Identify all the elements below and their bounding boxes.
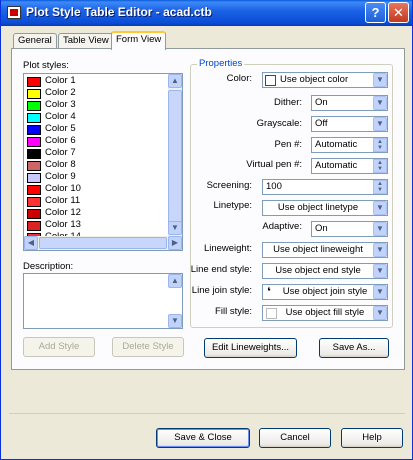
chevron-down-icon[interactable]: ▼ bbox=[373, 285, 387, 299]
chevron-down-icon[interactable]: ▼ bbox=[373, 201, 387, 215]
dither-label: Dither: bbox=[274, 97, 302, 108]
grayscale-select[interactable]: Off ▼ bbox=[311, 116, 388, 132]
hscroll-thumb[interactable] bbox=[39, 237, 167, 249]
chevron-down-icon[interactable]: ▼ bbox=[373, 306, 387, 320]
add-style-button[interactable]: Add Style bbox=[23, 337, 95, 357]
desc-scroll-up-icon[interactable]: ▲ bbox=[168, 274, 182, 288]
scroll-right-icon[interactable]: ▶ bbox=[168, 236, 182, 250]
desc-scroll-down-icon[interactable]: ▼ bbox=[168, 314, 182, 328]
plot-style-name: Color 3 bbox=[45, 99, 76, 110]
help-title-button[interactable]: ? bbox=[365, 2, 386, 23]
line-join-style-select[interactable]: ❛ Use object join style ▼ bbox=[262, 284, 388, 300]
color-swatch bbox=[27, 77, 41, 87]
fill-style-select[interactable]: Use object fill style ▼ bbox=[262, 305, 388, 321]
cancel-button[interactable]: Cancel bbox=[259, 428, 331, 448]
divider bbox=[9, 413, 405, 414]
chevron-down-icon[interactable]: ▼ bbox=[373, 222, 387, 236]
description-textarea[interactable]: ▲ ▼ bbox=[23, 273, 183, 329]
tab-form-view[interactable]: Form View bbox=[111, 31, 167, 50]
chevron-down-icon[interactable]: ▼ bbox=[373, 243, 387, 257]
plot-style-name: Color 2 bbox=[45, 87, 76, 98]
plot-style-name: Color 5 bbox=[45, 123, 76, 134]
color-swatch bbox=[27, 161, 41, 171]
scroll-left-icon[interactable]: ◀ bbox=[24, 236, 38, 250]
window-title: Plot Style Table Editor - acad.ctb bbox=[26, 5, 212, 19]
linetype-label: Linetype: bbox=[213, 200, 252, 211]
screening-label: Screening: bbox=[206, 180, 252, 191]
color-swatch bbox=[27, 101, 41, 111]
help-button[interactable]: Help bbox=[341, 428, 403, 448]
scroll-thumb[interactable] bbox=[168, 90, 182, 230]
color-swatch bbox=[27, 221, 41, 231]
adaptive-select[interactable]: On ▼ bbox=[311, 221, 388, 237]
plot-style-name: Color 9 bbox=[45, 171, 76, 182]
chevron-down-icon[interactable]: ▼ bbox=[373, 73, 387, 87]
color-swatch bbox=[27, 125, 41, 135]
adaptive-label: Adaptive: bbox=[262, 221, 302, 232]
color-label: Color: bbox=[226, 73, 252, 84]
chevron-down-icon[interactable]: ▼ bbox=[373, 264, 387, 278]
color-swatch bbox=[27, 89, 41, 99]
join-style-icon: ❛ bbox=[267, 286, 271, 298]
color-combo[interactable]: Use object color ▼ bbox=[262, 72, 388, 88]
plot-style-name: Color 4 bbox=[45, 111, 76, 122]
dither-select[interactable]: On ▼ bbox=[311, 95, 388, 111]
virtual-pen-label: Virtual pen #: bbox=[246, 159, 302, 170]
chevron-down-icon[interactable]: ▼ bbox=[373, 96, 387, 110]
spinner-arrows-icon[interactable]: ▲ ▼ bbox=[373, 180, 387, 194]
plot-style-name: Color 1 bbox=[45, 75, 76, 86]
color-swatch bbox=[27, 173, 41, 183]
screening-spinner[interactable]: 100 ▲ ▼ bbox=[262, 179, 388, 195]
lineweight-label: Lineweight: bbox=[203, 243, 252, 254]
color-swatch bbox=[27, 149, 41, 159]
scroll-up-icon[interactable]: ▲ bbox=[168, 74, 182, 88]
color-swatch bbox=[27, 113, 41, 123]
styles-vertical-scrollbar[interactable]: ▲ ▼ bbox=[168, 74, 182, 236]
line-join-style-label: Line join style: bbox=[191, 285, 252, 296]
app-icon bbox=[7, 6, 21, 19]
styles-horizontal-scrollbar[interactable]: ◀ ▶ bbox=[24, 236, 182, 250]
plot-style-name: Color 11 bbox=[45, 195, 81, 206]
spinner-arrows-icon[interactable]: ▲ ▼ bbox=[373, 159, 387, 173]
chevron-down-icon[interactable]: ▼ bbox=[373, 117, 387, 131]
line-end-style-select[interactable]: Use object end style ▼ bbox=[262, 263, 388, 279]
plot-style-name: Color 12 bbox=[45, 207, 81, 218]
close-icon[interactable]: ✕ bbox=[388, 2, 409, 23]
tab-general[interactable]: General bbox=[13, 33, 57, 49]
color-swatch bbox=[27, 137, 41, 147]
lineweight-select[interactable]: Use object lineweight ▼ bbox=[262, 242, 388, 258]
color-swatch bbox=[27, 185, 41, 195]
save-close-button[interactable]: Save & Close bbox=[156, 428, 250, 448]
delete-style-button[interactable]: Delete Style bbox=[112, 337, 184, 357]
plot-style-name: Color 13 bbox=[45, 219, 81, 230]
linetype-select[interactable]: Use object linetype ▼ bbox=[262, 200, 388, 216]
plot-style-name: Color 6 bbox=[45, 135, 76, 146]
virtual-pen-spinner[interactable]: Automatic ▲ ▼ bbox=[311, 158, 388, 174]
color-swatch bbox=[27, 209, 41, 219]
plot-style-name: Color 10 bbox=[45, 183, 81, 194]
grayscale-label: Grayscale: bbox=[256, 118, 302, 129]
title-bar[interactable]: Plot Style Table Editor - acad.ctb ? ✕ bbox=[1, 0, 412, 26]
line-end-style-label: Line end style: bbox=[190, 264, 252, 275]
save-as-button[interactable]: Save As... bbox=[319, 338, 389, 358]
plot-styles-label: Plot styles: bbox=[23, 60, 69, 71]
spinner-arrows-icon[interactable]: ▲ ▼ bbox=[373, 138, 387, 152]
scroll-down-icon[interactable]: ▼ bbox=[168, 221, 182, 235]
fill-style-label: Fill style: bbox=[215, 306, 252, 317]
plot-style-name: Color 8 bbox=[45, 159, 76, 170]
plot-style-name: Color 7 bbox=[45, 147, 76, 158]
tab-table-view[interactable]: Table View bbox=[58, 33, 114, 49]
properties-title: Properties bbox=[197, 58, 245, 69]
use-object-color-swatch bbox=[265, 75, 276, 86]
plot-styles-list[interactable]: Color 1 Color 2 Color 3 Color 4 Color 5 Color… bbox=[23, 73, 183, 251]
description-label: Description: bbox=[23, 261, 74, 272]
pen-label: Pen #: bbox=[274, 139, 302, 150]
pen-number-spinner[interactable]: Automatic ▲ ▼ bbox=[311, 137, 388, 153]
plot-style-table-editor-window: Plot Style Table Editor - acad.ctb ? ✕ G… bbox=[0, 0, 413, 460]
color-swatch bbox=[27, 197, 41, 207]
edit-lineweights-button[interactable]: Edit Lineweights... bbox=[204, 338, 297, 358]
